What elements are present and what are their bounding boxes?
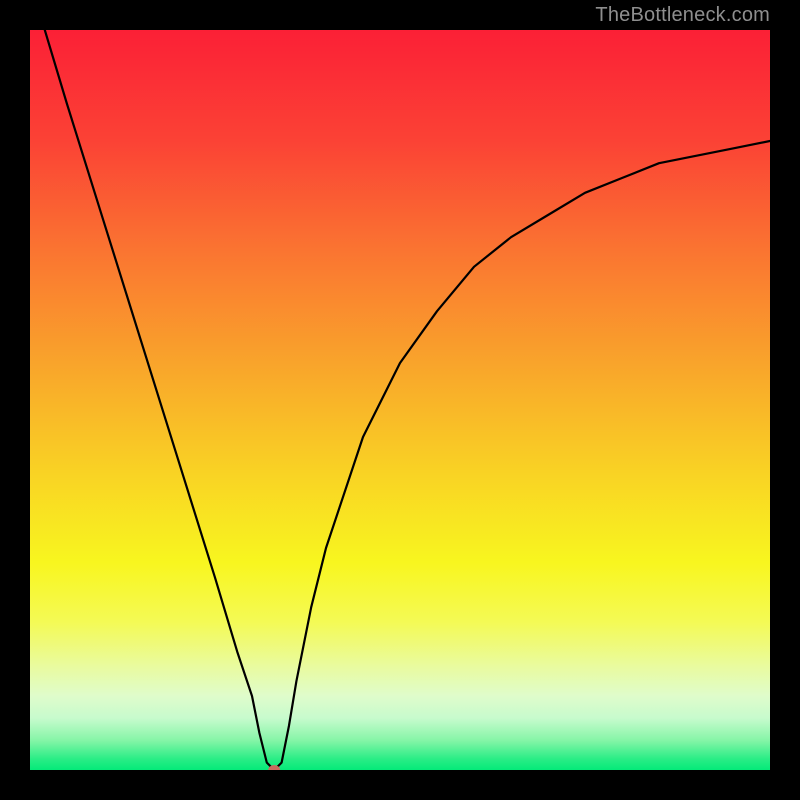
- watermark-text: TheBottleneck.com: [595, 4, 770, 27]
- chart-frame: TheBottleneck.com: [0, 0, 800, 800]
- chart-svg: [30, 30, 770, 770]
- plot-area: [30, 30, 770, 770]
- gradient-background: [30, 30, 770, 770]
